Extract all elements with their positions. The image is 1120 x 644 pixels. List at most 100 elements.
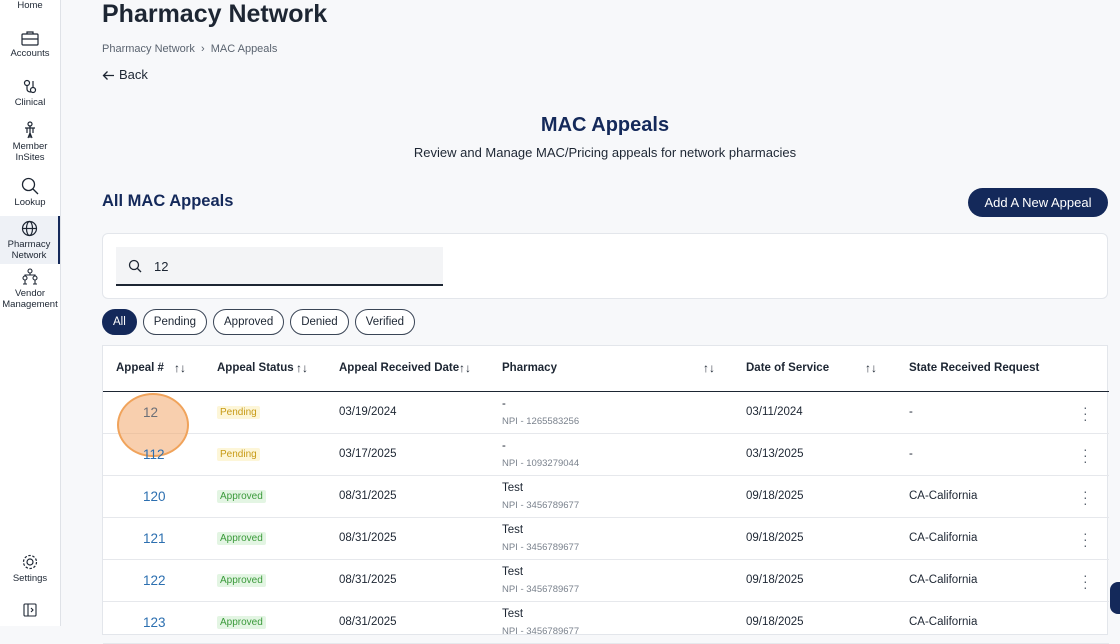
filter-chip-approved[interactable]: Approved	[213, 309, 285, 335]
filter-chip-verified[interactable]: Verified	[354, 309, 416, 335]
pharmacy-npi: NPI - 3456789677	[502, 584, 580, 595]
sidebar-item-clinical[interactable]: Clinical	[0, 79, 60, 108]
pharmacy-npi: NPI - 3456789677	[502, 626, 580, 637]
state: -	[909, 406, 913, 418]
received-date: 08/31/2025	[339, 574, 397, 586]
sidebar-item-home[interactable]: Home	[0, 0, 60, 11]
column-header-appeal-number: Appeal #	[116, 362, 164, 374]
sidebar-item-lookup[interactable]: Lookup	[0, 177, 60, 208]
sidebar-item-settings[interactable]: Settings	[0, 553, 60, 584]
state: CA-California	[909, 616, 978, 628]
search-card	[102, 233, 1108, 299]
back-label: Back	[119, 67, 148, 82]
appeal-number-link[interactable]: 12	[143, 405, 158, 420]
state: -	[909, 448, 913, 460]
column-header-appeal-status: Appeal Status	[217, 362, 294, 374]
sort-icon[interactable]: ↑↓	[459, 361, 471, 375]
sort-icon[interactable]: ↑↓	[703, 361, 715, 375]
filter-chip-pending[interactable]: Pending	[142, 309, 207, 335]
appeal-number-link[interactable]: 112	[143, 447, 165, 462]
pharmacy-npi: NPI - 3456789677	[502, 542, 580, 553]
table-row[interactable]: 123 Approved 08/31/2025 Test NPI - 34567…	[103, 602, 1109, 644]
sidebar-item-label: Member InSites	[12, 141, 48, 163]
received-date: 08/31/2025	[339, 532, 397, 544]
arrow-left-icon	[102, 71, 114, 80]
more-options-icon[interactable]: · · ·	[1083, 400, 1088, 426]
date-of-service: 03/13/2025	[746, 448, 804, 460]
received-date: 08/31/2025	[339, 616, 397, 628]
breadcrumb-item: MAC Appeals	[210, 43, 278, 55]
gear-icon	[22, 554, 38, 570]
status-badge: Pending	[217, 406, 260, 419]
status-badge: Approved	[217, 574, 266, 587]
more-options-icon[interactable]: · · ·	[1083, 442, 1088, 468]
received-date: 03/19/2024	[339, 406, 397, 418]
feedback-tab-button[interactable]	[1110, 582, 1120, 614]
sidebar-item-label: Home	[17, 0, 43, 11]
status-badge: Pending	[217, 448, 260, 461]
collapse-icon	[23, 603, 37, 617]
state: CA-California	[909, 490, 978, 502]
sidebar-item-vendor-management[interactable]: Vendor Management	[0, 268, 60, 310]
pharmacy-npi: NPI - 3456789677	[502, 500, 580, 511]
received-date: 03/17/2025	[339, 448, 397, 460]
pharmacy-name: Test	[502, 566, 524, 578]
table-header: Appeal # ↑↓ Appeal Status ↑↓ Appeal Rece…	[103, 346, 1109, 392]
sidebar-item-member-insites[interactable]: Member InSites	[0, 121, 60, 163]
sidebar-item-label: Settings	[12, 573, 48, 584]
search-input[interactable]	[154, 256, 424, 276]
hero-subtitle: Review and Manage MAC/Pricing appeals fo…	[413, 145, 797, 160]
sidebar-item-label: Vendor Management	[2, 288, 58, 310]
sidebar: Home Accounts Clinical Member InSites Lo…	[0, 0, 61, 626]
sidebar-item-accounts[interactable]: Accounts	[0, 31, 60, 59]
date-of-service: 09/18/2025	[746, 574, 804, 586]
column-header-date-of-service: Date of Service	[746, 362, 830, 374]
sidebar-item-label: Pharmacy Network	[7, 239, 51, 261]
status-badge: Approved	[217, 490, 266, 503]
table-row[interactable]: 12 Pending 03/19/2024 - NPI - 1265583256…	[103, 392, 1109, 457]
table-row[interactable]: 122 Approved 08/31/2025 Test NPI - 34567…	[103, 560, 1109, 602]
appeal-number-link[interactable]: 121	[143, 531, 166, 546]
sort-icon[interactable]: ↑↓	[865, 361, 877, 375]
chevron-right-icon: ›	[200, 43, 205, 55]
breadcrumb: Pharmacy Network › MAC Appeals	[102, 43, 277, 55]
sidebar-item-label: Accounts	[10, 48, 50, 59]
section-title: All MAC Appeals	[102, 192, 234, 210]
pharmacy-name: -	[502, 440, 506, 452]
more-options-icon[interactable]: · · ·	[1083, 568, 1088, 594]
member-icon	[25, 121, 35, 139]
pharmacy-name: -	[502, 398, 506, 410]
date-of-service: 09/18/2025	[746, 490, 804, 502]
sidebar-item-pharmacy-network[interactable]: Pharmacy Network	[0, 216, 60, 264]
table-row[interactable]: 112 Pending 03/17/2025 - NPI - 109327904…	[103, 434, 1109, 476]
sidebar-item-label: Lookup	[14, 197, 46, 208]
more-options-icon[interactable]: · · ·	[1083, 484, 1088, 510]
appeal-number-link[interactable]: 120	[143, 489, 166, 504]
sidebar-collapse-button[interactable]	[0, 603, 60, 619]
sort-icon[interactable]: ↑↓	[174, 361, 186, 375]
pharmacy-npi: NPI - 1093279044	[502, 458, 580, 469]
filter-chip-denied[interactable]: Denied	[290, 309, 349, 335]
appeal-number-link[interactable]: 123	[143, 615, 166, 630]
date-of-service: 03/11/2024	[746, 406, 803, 418]
search-icon	[128, 259, 142, 273]
received-date: 08/31/2025	[339, 490, 397, 502]
more-options-icon[interactable]: · · ·	[1083, 526, 1088, 552]
column-header-received-date: Appeal Received Date	[339, 362, 460, 374]
pharmacy-npi: NPI - 1265583256	[502, 416, 580, 427]
add-new-appeal-button[interactable]: Add A New Appeal	[968, 188, 1108, 217]
date-of-service: 09/18/2025	[746, 616, 804, 628]
sort-icon[interactable]: ↑↓	[296, 361, 308, 375]
table-row[interactable]: 121 Approved 08/31/2025 Test NPI - 34567…	[103, 518, 1109, 560]
hero-title: MAC Appeals	[540, 114, 670, 136]
main-content: Pharmacy Network Pharmacy Network › MAC …	[61, 0, 1120, 644]
filter-chip-all[interactable]: All	[102, 309, 137, 335]
column-header-pharmacy: Pharmacy	[502, 362, 557, 374]
search-icon	[21, 177, 39, 195]
back-link[interactable]: Back	[102, 67, 148, 82]
clinical-icon	[23, 79, 37, 94]
breadcrumb-item[interactable]: Pharmacy Network	[102, 43, 195, 55]
appeal-number-link[interactable]: 122	[143, 573, 166, 588]
search-field[interactable]	[116, 247, 443, 286]
table-row[interactable]: 120 Approved 08/31/2025 Test NPI - 34567…	[103, 476, 1109, 518]
